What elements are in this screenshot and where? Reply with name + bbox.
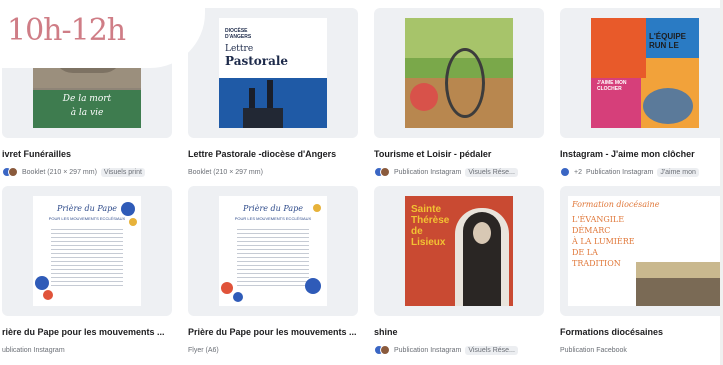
therese-line4: Lisieux [411, 237, 446, 248]
formation-line: DE LA [572, 248, 598, 257]
priere-sub: POUR LES MOUVEMENTS ECCLÉSIAUX [48, 216, 126, 221]
funerailles-line1: De la mort [62, 94, 112, 104]
formation-heading: Formation diocésaine [572, 200, 660, 209]
design-thumbnail[interactable]: Sainte Thérèse de Lisieux [374, 186, 544, 316]
design-format: Publication Instagram [585, 168, 654, 176]
design-thumbnail[interactable]: Formation diocésaine L'ÉVANGILE DÉMARC À… [560, 186, 723, 316]
bike-photo [405, 18, 513, 128]
design-meta: Flyer (A6) [188, 343, 219, 357]
design-title[interactable]: Lettre Pastorale -diocèse d'Angers [188, 149, 360, 159]
time-label: 10h-12h [7, 13, 126, 48]
formation-lines: L'ÉVANGILE DÉMARC À LA LUMIÈRE DE LA TRA… [572, 214, 635, 269]
design-meta: Booklet (210 × 297 mm) Visuels print [2, 165, 145, 179]
design-title[interactable]: shine [374, 327, 546, 337]
design-title[interactable]: Tourisme et Loisir - pédaler [374, 149, 546, 159]
design-thumbnail[interactable]: L'ÉQUIPE RUN LE J'AIME MON CLOCHER [560, 8, 723, 138]
collaborator-avatars [2, 167, 18, 177]
collaborator-count: +2 [574, 168, 582, 176]
clocher-sub: J'AIME MON CLOCHER [597, 80, 627, 92]
design-thumbnail[interactable] [374, 8, 544, 138]
formation-line: L'ÉVANGILE [572, 215, 625, 224]
design-meta: Booklet (210 × 297 mm) [188, 165, 263, 179]
design-meta: +2 Publication Instagram J'aime mon [560, 165, 699, 179]
clocher-cover: L'ÉQUIPE RUN LE J'AIME MON CLOCHER [591, 18, 699, 128]
priere-body [51, 226, 123, 286]
design-meta: Publication Instagram Visuels Rése... [374, 343, 518, 357]
therese-cover: Sainte Thérèse de Lisieux [405, 196, 513, 306]
priere-cover: Prière du Pape POUR LES MOUVEMENTS ECCLÉ… [33, 196, 141, 306]
design-title[interactable]: ivret Funérailles [2, 149, 174, 159]
design-meta: ublication Instagram [2, 343, 65, 357]
funerailles-line2: à la vie [70, 108, 104, 118]
therese-title: Sainte Thérèse de Lisieux [411, 204, 449, 248]
folder-tag[interactable]: Visuels Rése... [465, 345, 518, 355]
design-format: ublication Instagram [2, 346, 65, 354]
design-meta: Publication Facebook [560, 343, 627, 357]
design-format: Flyer (A6) [188, 346, 219, 354]
pastorale-title: Pastorale [225, 54, 289, 68]
design-meta: Publication Instagram Visuels Rése... [374, 165, 518, 179]
folder-tag[interactable]: J'aime mon [657, 167, 699, 177]
formation-line: TRADITION [572, 259, 621, 268]
folder-tag[interactable]: Visuels Rése... [465, 167, 518, 177]
collaborator-avatars [560, 167, 570, 177]
clocher-headline: L'ÉQUIPE RUN LE [649, 32, 687, 50]
therese-line1: Sainte [411, 204, 442, 215]
brand-badge [410, 83, 438, 111]
design-thumbnail[interactable]: Prière du Pape POUR LES MOUVEMENTS ECCLÉ… [188, 186, 358, 316]
design-format: Publication Instagram [394, 346, 462, 354]
design-title[interactable]: Instagram - J'aime mon clôcher [560, 149, 723, 159]
design-format: Booklet (210 × 297 mm) [188, 168, 263, 176]
therese-line2: Thérèse [411, 215, 450, 226]
design-format: Publication Instagram [394, 168, 462, 176]
design-format: Booklet (210 × 297 mm) [22, 168, 97, 176]
design-title[interactable]: rière du Pape pour les mouvements ... [2, 327, 174, 337]
priere-body [237, 226, 309, 286]
design-title[interactable]: Formations diocésaines [560, 327, 723, 337]
priere-cover: Prière du Pape POUR LES MOUVEMENTS ECCLÉ… [219, 196, 327, 306]
pastorale-cover: DIOCÈSE D'ANGERS Lettre Pastorale [219, 18, 327, 128]
priere-heading: Prière du Pape [242, 204, 304, 213]
pastorale-kicker: Lettre [225, 44, 254, 54]
therese-line3: de [411, 226, 423, 237]
formation-line: DÉMARC [572, 226, 611, 235]
collaborator-avatars [374, 345, 390, 355]
pastorale-header: DIOCÈSE D'ANGERS [225, 28, 252, 40]
design-format: Publication Facebook [560, 346, 627, 354]
design-thumbnail[interactable]: Prière du Pape POUR LES MOUVEMENTS ECCLÉ… [2, 186, 172, 316]
folder-tag[interactable]: Visuels print [100, 167, 145, 177]
formation-cover: Formation diocésaine L'ÉVANGILE DÉMARC À… [568, 196, 722, 306]
formation-line: À LA LUMIÈRE [572, 237, 635, 246]
priere-sub: POUR LES MOUVEMENTS ECCLÉSIAUX [234, 216, 312, 221]
collaborator-avatars [374, 167, 390, 177]
design-thumbnail[interactable]: DIOCÈSE D'ANGERS Lettre Pastorale [188, 8, 358, 138]
design-title[interactable]: Prière du Pape pour les mouvements ... [188, 327, 360, 337]
